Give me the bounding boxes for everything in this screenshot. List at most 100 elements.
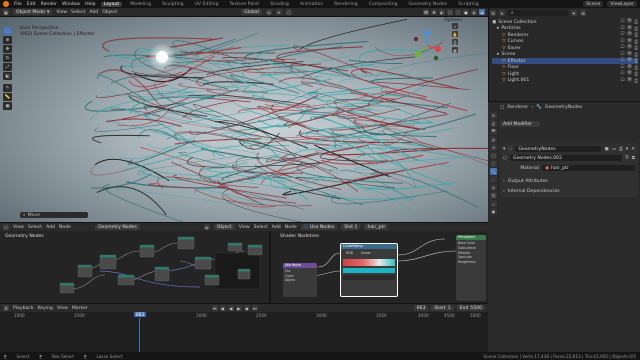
shading-material-icon[interactable]: ◍ — [471, 9, 477, 15]
pan-hand-icon[interactable]: ✋ — [452, 31, 458, 37]
tab-scripting[interactable]: Scripting — [455, 2, 481, 7]
ramp-mode-rgb[interactable]: RGB — [343, 251, 356, 255]
snap-icon[interactable]: ⌖ — [275, 9, 282, 15]
attribute-node[interactable]: Attribute Fac Color Alpha — [283, 263, 317, 297]
checkbox-icon[interactable]: ☑ — [620, 19, 624, 25]
shader-menu-node[interactable]: Node — [285, 225, 297, 230]
node-editor-type-icon[interactable]: ⬡ — [3, 224, 9, 230]
data-tab-icon[interactable]: △ — [490, 200, 497, 207]
navigation-gizmo[interactable] — [408, 27, 446, 65]
axis-gizmo-icon[interactable] — [408, 27, 446, 65]
close-icon[interactable]: ✕ — [631, 147, 635, 152]
eye-icon[interactable]: 👁 — [626, 39, 632, 45]
camera-icon[interactable]: ⎙ — [634, 58, 638, 64]
tab-modeling[interactable]: Modeling — [127, 2, 154, 7]
tab-uv-editing[interactable]: UV Editing — [192, 2, 222, 7]
constraints-tab-icon[interactable]: ⛓ — [490, 192, 497, 199]
modifier-name-field[interactable]: GeometryNodes — [515, 146, 602, 152]
tab-rendering[interactable]: Rendering — [331, 2, 360, 7]
jump-end-icon[interactable]: ⏭ — [251, 305, 258, 311]
display-mode-icon[interactable]: ▾ — [499, 10, 505, 16]
eye-icon[interactable]: 👁 — [626, 45, 632, 51]
outliner-row[interactable]: ▽ Floor ☑ 👁 ⎙ — [492, 65, 638, 71]
outliner-row[interactable]: ▽ Light ☑ 👁 ⎙ — [492, 71, 638, 77]
shader-menu-select[interactable]: Select — [254, 225, 268, 230]
eye-icon[interactable]: 👁 — [626, 71, 632, 77]
end-frame-field[interactable]: End 5500 — [456, 305, 485, 311]
checkbox-icon[interactable]: ☑ — [620, 39, 624, 45]
edit-mode-icon[interactable]: ▣ — [604, 147, 608, 152]
use-nodes-checkbox[interactable]: ☑ Use Nodes — [300, 224, 338, 230]
shader-editor-type-icon[interactable]: ◍ — [203, 224, 210, 230]
camera-icon[interactable]: ⎙ — [634, 65, 638, 71]
camera-icon[interactable]: ⎙ — [634, 52, 638, 58]
scene-selector[interactable]: Scene — [583, 1, 604, 7]
next-key-icon[interactable]: ◆ — [243, 305, 250, 311]
object-dropdown[interactable]: Object — [213, 224, 235, 230]
mode-dropdown[interactable]: Object Mode ▾ — [13, 9, 53, 15]
menu-render[interactable]: Render — [41, 2, 57, 7]
physics-tab-icon[interactable]: ◍ — [490, 184, 497, 191]
object-tab-icon[interactable]: ▢ — [490, 160, 497, 167]
shading-wire-icon[interactable]: ◌ — [455, 9, 461, 15]
shader-menu-add[interactable]: Add — [272, 225, 281, 230]
socket-alpha[interactable]: Alpha — [285, 278, 315, 283]
visibility-toggles[interactable]: ☑ 👁 ⎙ — [620, 58, 638, 64]
xray-icon[interactable]: ▢ — [447, 9, 453, 15]
tab-compositing[interactable]: Compositing — [366, 2, 401, 7]
output-tab-icon[interactable]: 🖶 — [490, 128, 497, 135]
prev-key-icon[interactable]: ◆ — [219, 305, 226, 311]
start-frame-field[interactable]: Start 1 — [431, 305, 454, 311]
checkbox-icon[interactable]: ☑ — [620, 71, 624, 77]
move-icon[interactable]: ✥ — [3, 45, 12, 53]
outliner-row[interactable]: ▽ Saver ☑ 👁 ⎙ — [492, 45, 638, 51]
viewport-search-input[interactable]: ⌕ Move — [20, 212, 88, 218]
node-menu-select[interactable]: Select — [28, 225, 42, 230]
select-box-icon[interactable]: ⬚ — [3, 27, 12, 35]
node-tree-selector[interactable]: Geometry Nodes — [94, 224, 140, 230]
rotate-icon[interactable]: ↻ — [3, 54, 12, 62]
gizmo-icon[interactable]: ✥ — [431, 9, 437, 15]
color-ramp-node[interactable]: ColorRamp RGB Linear — [340, 243, 398, 297]
visibility-toggles[interactable]: ☑ 👁 ⎙ — [620, 19, 638, 25]
zoom-icon[interactable]: ⌕ — [452, 23, 458, 29]
checkbox-icon[interactable]: ☑ — [620, 45, 624, 51]
chevron-down-icon[interactable]: ▾ — [503, 147, 505, 152]
internal-dependencies-panel[interactable]: › Internal Dependencies — [503, 189, 635, 194]
shading-solid-icon[interactable]: ● — [463, 9, 469, 15]
pivot-icon[interactable]: ◎ — [265, 9, 272, 15]
socket-roughness[interactable]: Roughness — [458, 260, 484, 265]
menu-file[interactable]: File — [14, 2, 22, 7]
orientation-dropdown[interactable]: Global — [241, 9, 262, 15]
checkbox-icon[interactable]: ☑ — [620, 32, 624, 38]
camera-icon[interactable]: ⎙ — [634, 45, 638, 51]
visibility-toggles[interactable]: ☑ 👁 ⎙ — [620, 78, 638, 84]
visibility-toggles[interactable]: ☑ 👁 ⎙ — [620, 26, 638, 32]
filter-icon[interactable]: ⏷ — [571, 10, 577, 16]
proportional-icon[interactable]: ○ — [285, 9, 292, 15]
outliner-row[interactable]: ▸ Particles ☑ 👁 ⎙ — [492, 26, 638, 32]
tab-layout[interactable]: Layout — [100, 1, 123, 7]
tab-texture-paint[interactable]: Texture Paint — [227, 2, 263, 7]
visibility-toggles[interactable]: ☑ 👁 ⎙ — [620, 65, 638, 71]
slot-dropdown[interactable]: Slot 1 — [341, 224, 361, 230]
fake-user-icon[interactable]: ⛨ — [625, 155, 628, 161]
editor-type-icon[interactable]: ▦ — [3, 9, 9, 15]
camera-icon[interactable]: ⎙ — [634, 26, 638, 32]
color-ramp-gradient[interactable] — [343, 259, 395, 266]
particles-tab-icon[interactable]: ∴ — [490, 176, 497, 183]
jump-start-icon[interactable]: ⏮ — [211, 305, 218, 311]
overlay-icon[interactable]: ◐ — [439, 9, 445, 15]
visibility-toggles[interactable]: ☑ 👁 ⎙ — [620, 32, 638, 38]
menu-marker[interactable]: Marker — [72, 306, 88, 311]
3d-viewport[interactable]: ⌕ ✋ ⎙ ▦ Options — [0, 17, 488, 222]
ramp-interp-linear[interactable]: Linear — [357, 251, 374, 255]
menu-window[interactable]: Window — [62, 2, 80, 7]
visibility-icon[interactable]: 👁 — [423, 9, 429, 15]
viewport-toggle-icon[interactable]: ▭ — [612, 147, 616, 152]
play-icon[interactable]: ▶ — [235, 305, 242, 311]
outliner-search[interactable]: ⌕ — [508, 10, 568, 16]
menu-select[interactable]: Select — [71, 10, 85, 15]
add-modifier-button[interactable]: Add Modifier — [500, 121, 540, 127]
menu-edit[interactable]: Edit — [27, 2, 36, 7]
